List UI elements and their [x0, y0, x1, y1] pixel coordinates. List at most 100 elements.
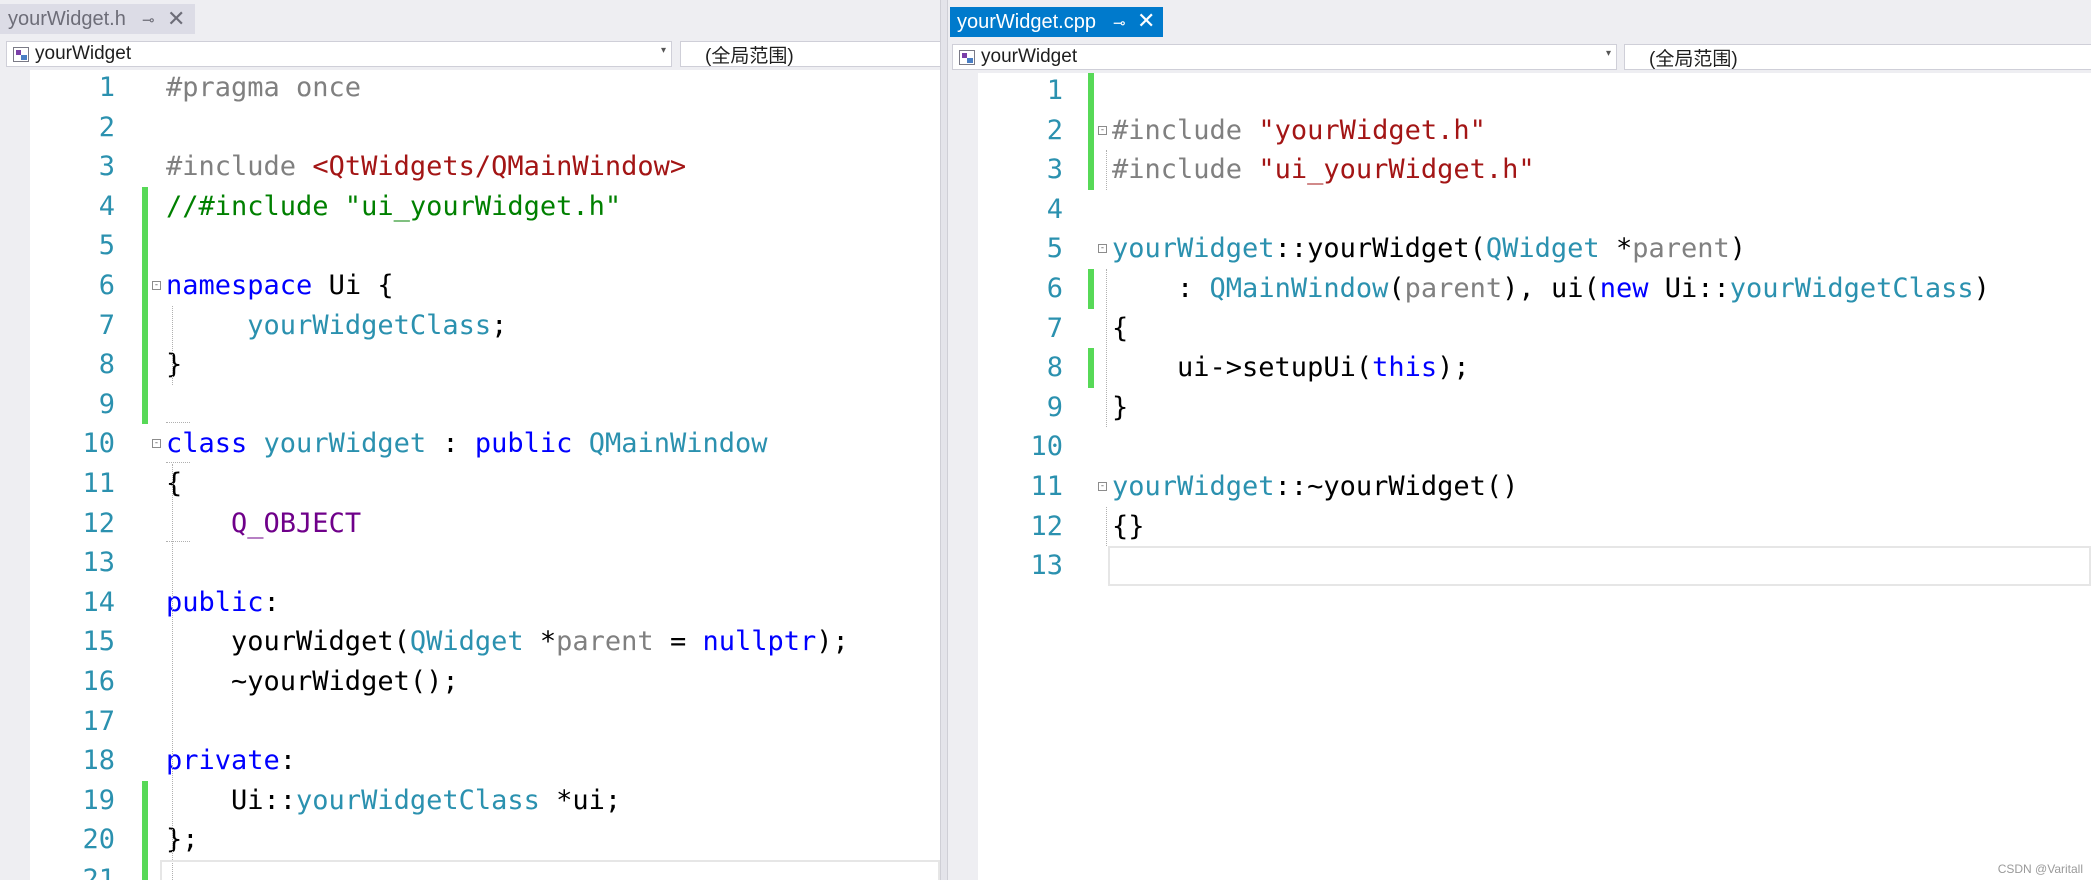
change-marker — [1088, 73, 1094, 111]
token-kw — [231, 310, 247, 341]
line-number: 8 — [98, 349, 115, 381]
code-line[interactable]: 3 #include "ui_yourWidget.h" — [948, 150, 2091, 190]
code-line[interactable]: 14 public: — [0, 583, 940, 623]
tab-yourwidget-h[interactable]: yourWidget.h ⊸ ✕ — [0, 4, 195, 34]
code-line[interactable]: 10 — [948, 427, 2091, 467]
watermark: CSDN @Varitall — [1997, 862, 2083, 876]
token-typ: QWidget — [1485, 233, 1600, 265]
scope-combobox[interactable]: (全局范围) — [1624, 44, 2091, 70]
code-line[interactable]: 7 yourWidgetClass; — [0, 306, 940, 346]
code-line[interactable]: 3 #include <QtWidgets/QMainWindow> — [0, 147, 940, 187]
code-line[interactable]: 4 — [948, 190, 2091, 230]
tab-title: yourWidget.h — [8, 7, 126, 30]
code-line[interactable]: 2 — [0, 108, 940, 148]
class-combobox[interactable]: yourWidget ▾ — [6, 41, 672, 67]
code-text: { — [166, 464, 182, 504]
code-line[interactable]: 12 Q_OBJECT — [0, 504, 940, 544]
line-number: 5 — [98, 230, 115, 262]
close-icon[interactable]: ✕ — [167, 8, 185, 30]
code-line[interactable]: 20}; — [0, 820, 940, 860]
current-line-highlight — [160, 860, 940, 880]
change-marker — [142, 780, 148, 821]
fold-toggle-icon[interactable]: - — [152, 281, 161, 290]
code-line[interactable]: 11 yourWidget::~yourWidget() — [948, 467, 2091, 507]
token: ( — [1388, 273, 1405, 304]
code-line[interactable]: 4 //#include "ui_yourWidget.h" — [0, 187, 940, 227]
code-line[interactable]: 6 : QMainWindow(parent), ui(new Ui::your… — [948, 269, 2091, 309]
code-line[interactable]: 9 — [0, 385, 940, 425]
line-number: 4 — [1046, 193, 1063, 225]
code-line[interactable]: 15 yourWidget(QWidget *parent = nullptr)… — [0, 622, 940, 662]
code-line[interactable]: 7{ — [948, 309, 2091, 349]
token-pp: #include — [1112, 114, 1259, 146]
line-number: 9 — [98, 388, 115, 420]
line-number: 17 — [82, 705, 115, 737]
token-typ: yourWidgetClass — [1729, 273, 1974, 304]
pane-splitter[interactable] — [940, 0, 948, 880]
code-line[interactable]: 19 Ui::yourWidgetClass *ui; — [0, 781, 940, 821]
fold-toggle-icon[interactable]: - — [1098, 482, 1107, 491]
dropdown-arrow-icon[interactable]: ▾ — [661, 45, 666, 56]
line-number: 5 — [1046, 233, 1063, 265]
code-line[interactable]: 17 — [0, 702, 940, 742]
close-icon[interactable]: ✕ — [1137, 10, 1155, 32]
token: ::yourWidget( — [1274, 233, 1486, 265]
line-number: 4 — [98, 190, 115, 222]
token-typ: yourWidget — [263, 428, 427, 460]
class-combobox-value: yourWidget — [981, 46, 1078, 67]
code-editor[interactable]: 1 #pragma once 2 3 #include <QtWidgets/QMain… — [0, 70, 940, 880]
token-kw: this — [1372, 352, 1438, 384]
fold-toggle-icon[interactable]: - — [1098, 125, 1107, 135]
token-typ: QWidget — [409, 626, 524, 658]
class-combobox[interactable]: yourWidget ▾ — [952, 44, 1617, 70]
token: {} — [1112, 510, 1145, 542]
line-number: 7 — [98, 309, 115, 341]
code-line[interactable]: 1 — [948, 73, 2091, 111]
code-text: //#include "ui_yourWidget.h" — [166, 187, 621, 227]
token-kw: public — [474, 428, 573, 460]
tab-yourwidget-cpp[interactable]: yourWidget.cpp ⊸ ✕ — [950, 7, 1163, 37]
code-editor[interactable]: 1 2 #include "yourWidget.h" 3 #include "ui_y… — [948, 73, 2091, 880]
line-number: 3 — [1046, 154, 1063, 186]
token: ; — [491, 309, 508, 341]
fold-toggle-icon[interactable]: - — [152, 439, 161, 449]
pin-icon[interactable]: ⊸ — [1113, 14, 1126, 32]
code-text: {} — [1112, 507, 1145, 547]
line-number: 21 — [82, 864, 115, 880]
code-line[interactable]: 6 namespace Ui { — [0, 266, 940, 306]
token: Ui:: — [1648, 273, 1730, 304]
code-text: : QMainWindow(parent), ui(new Ui::yourWi… — [1112, 269, 1990, 309]
code-line[interactable]: 13 — [0, 543, 940, 583]
code-line[interactable]: 16 ~yourWidget(); — [0, 662, 940, 702]
code-line[interactable]: 1 #pragma once — [0, 70, 940, 108]
code-line[interactable]: 18 private: — [0, 741, 940, 781]
code-line[interactable]: 8} — [0, 345, 940, 385]
code-line[interactable]: 11 { — [0, 464, 940, 504]
line-number: 8 — [1046, 352, 1063, 384]
fold-toggle-icon[interactable]: - — [1098, 244, 1107, 254]
collapsed-region-dots — [166, 541, 190, 543]
code-line[interactable]: 8 ui->setupUi(this); — [948, 348, 2091, 388]
code-line[interactable]: 2 #include "yourWidget.h" — [948, 111, 2091, 151]
code-text: class yourWidget : public QMainWindow — [166, 424, 768, 464]
token: { — [1112, 312, 1129, 344]
token: }; — [166, 824, 199, 856]
pin-icon[interactable]: ⊸ — [142, 11, 155, 29]
code-line[interactable]: 5 — [0, 226, 940, 266]
change-marker — [1088, 348, 1094, 388]
dropdown-arrow-icon[interactable]: ▾ — [1606, 48, 1611, 59]
code-text: #pragma once — [166, 70, 361, 108]
code-line[interactable]: 5 yourWidget::yourWidget(QWidget *parent) — [948, 229, 2091, 269]
scope-combobox[interactable]: (全局范围) — [680, 41, 940, 67]
token: Ui:: — [166, 784, 297, 816]
code-line[interactable]: 9} — [948, 388, 2091, 428]
token-typ: QMainWindow — [588, 428, 768, 460]
code-line[interactable]: 10 class yourWidget : public QMainWindow — [0, 424, 940, 464]
code-text: private: — [166, 741, 296, 781]
line-number: 6 — [98, 270, 115, 301]
token-str: "yourWidget.h" — [1258, 114, 1486, 146]
code-line[interactable]: 12 {} — [948, 507, 2091, 547]
line-number: 3 — [98, 151, 115, 183]
token: ), ui( — [1502, 273, 1600, 304]
